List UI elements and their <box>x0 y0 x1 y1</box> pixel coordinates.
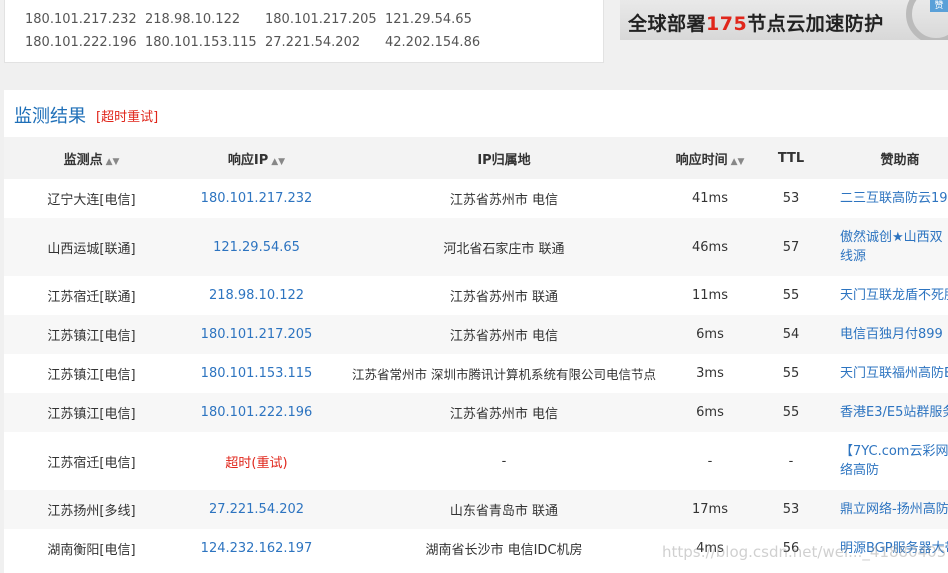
table-row: 江苏镇江[电信] 180.101.217.205 江苏省苏州市 电信 6ms 5… <box>4 315 948 354</box>
banner-badge: 赞 <box>930 0 948 12</box>
cell-location: 江苏宿迁[联通] <box>47 290 136 305</box>
cell-sponsor-link[interactable]: 【7YC.com云彩网络高防 <box>836 432 948 490</box>
cell-ttl: 53 <box>782 191 800 206</box>
cell-time: 6ms <box>674 393 746 432</box>
banner-number: 175 <box>706 13 748 35</box>
cell-sponsor-link[interactable]: 鼎立网络-扬州高防E <box>836 490 948 529</box>
cell-time: 46ms <box>674 218 746 276</box>
cell-ip-timeout: 超时(重试) <box>179 432 334 490</box>
banner-text: 全球部署175节点云加速防护 <box>628 9 884 36</box>
ad-banner[interactable]: 全球部署175节点云加速防护 赞 <box>620 0 948 40</box>
cell-location: 辽宁大连[电信] <box>47 193 136 208</box>
ip-summary-item: 180.101.222.196 <box>25 35 137 50</box>
cell-sponsor-link[interactable]: 明源BGP服务器大带 <box>836 529 948 568</box>
cell-geo: 山东省青岛市 联通 <box>334 490 674 529</box>
cell-location: 山西运城[联通] <box>4 218 179 276</box>
results-title: 监测结果 <box>14 106 86 127</box>
results-table: 监测点 ▲▼ 响应IP ▲▼ IP归属地 响应时间 ▲▼ TTL 赞助商 辽宁大连[电… <box>4 137 948 568</box>
table-row: 江苏镇江[电信] 180.101.153.115 江苏省常州市 深圳市腾讯计算机… <box>4 354 948 393</box>
timeout-retry-link[interactable]: [超时重试] <box>96 106 158 125</box>
cell-time: 11ms <box>692 288 728 303</box>
cell-sponsor-link[interactable]: 香港E3/E5站群服务器 <box>836 393 948 432</box>
cell-geo: 江苏省苏州市 电信 <box>334 393 674 432</box>
cell-time: 17ms <box>674 490 746 529</box>
cell-time: 41ms <box>692 191 728 206</box>
table-row: 辽宁大连[电信] 180.101.217.232 江苏省苏州市 电信 41ms … <box>4 179 948 218</box>
cell-ip-link[interactable]: 124.232.162.197 <box>179 529 334 568</box>
cell-sponsor-link[interactable]: 傲然诚创★山西双线源 <box>836 218 948 276</box>
column-header-sponsor: 赞助商 <box>836 137 948 179</box>
table-header-row: 监测点 ▲▼ 响应IP ▲▼ IP归属地 响应时间 ▲▼ TTL 赞助商 <box>4 137 948 179</box>
cell-geo: 江苏省苏州市 电信 <box>334 315 674 354</box>
results-section: 监测结果 [超时重试] 监测点 ▲▼ 响应IP ▲▼ IP归属地 响应时间 ▲▼ TT… <box>4 90 948 573</box>
ip-summary-item: 180.101.217.205 <box>265 12 377 27</box>
cell-location: 湖南衡阳[电信] <box>47 543 136 558</box>
cell-location: 江苏扬州[多线] <box>4 490 179 529</box>
cell-ttl: 54 <box>746 315 836 354</box>
cell-sponsor-link[interactable]: 天门互联龙盾不死服 <box>836 276 948 315</box>
cell-location: 江苏镇江[电信] <box>4 393 179 432</box>
ip-summary-item: 42.202.154.86 <box>385 35 481 50</box>
banner-suffix: 节点云加速防护 <box>747 13 884 35</box>
cell-ttl: 55 <box>782 288 800 303</box>
table-row: 江苏宿迁[联通] 218.98.10.122 江苏省苏州市 联通 11ms 55… <box>4 276 948 315</box>
cell-location: 江苏宿迁[电信] <box>47 455 136 471</box>
cell-location: 江苏镇江[电信] <box>47 368 136 383</box>
column-header-geo: IP归属地 <box>334 137 674 179</box>
cell-location: 江苏镇江[电信] <box>4 315 179 354</box>
sort-icon[interactable]: ▲▼ <box>731 157 745 167</box>
ip-summary-item: 27.221.54.202 <box>265 35 361 50</box>
ip-summary-item: 180.101.217.232 <box>25 12 137 27</box>
column-header-ip[interactable]: 响应IP ▲▼ <box>179 137 334 179</box>
cell-geo: 江苏省苏州市 电信 <box>449 193 559 208</box>
cell-ttl: 57 <box>746 218 836 276</box>
ip-summary-item: 121.29.54.65 <box>385 12 472 27</box>
banner-prefix: 全球部署 <box>628 13 707 35</box>
cell-time: 3ms <box>696 366 724 381</box>
table-row: 江苏镇江[电信] 180.101.222.196 江苏省苏州市 电信 6ms 5… <box>4 393 948 432</box>
cell-time: - <box>707 453 713 469</box>
cell-ip-link[interactable]: 180.101.217.232 <box>179 179 334 218</box>
table-row: 江苏宿迁[电信] 超时(重试) - - - 【7YC.com云彩网络高防 <box>4 432 948 490</box>
column-header-location[interactable]: 监测点 ▲▼ <box>4 137 179 179</box>
cell-ip-link[interactable]: 180.101.222.196 <box>179 393 334 432</box>
sort-icon[interactable]: ▲▼ <box>106 157 120 167</box>
table-row: 江苏扬州[多线] 27.221.54.202 山东省青岛市 联通 17ms 53… <box>4 490 948 529</box>
table-row: 湖南衡阳[电信] 124.232.162.197 湖南省长沙市 电信IDC机房 … <box>4 529 948 568</box>
cell-ttl: - <box>788 453 794 469</box>
cell-geo: - <box>501 453 507 469</box>
cell-ip-link[interactable]: 180.101.153.115 <box>179 354 334 393</box>
ip-summary-panel: 180.101.217.232 218.98.10.122 180.101.21… <box>4 0 604 63</box>
column-header-time[interactable]: 响应时间 ▲▼ <box>674 137 746 179</box>
cell-ip-link[interactable]: 27.221.54.202 <box>179 490 334 529</box>
cell-geo: 江苏省常州市 深圳市腾讯计算机系统有限公司电信节点 <box>352 367 656 382</box>
table-row: 山西运城[联通] 121.29.54.65 河北省石家庄市 联通 46ms 57… <box>4 218 948 276</box>
cell-time: 6ms <box>674 315 746 354</box>
ip-summary-item: 218.98.10.122 <box>145 12 241 27</box>
cell-ttl: 53 <box>746 490 836 529</box>
timeout-label: 超时 <box>225 455 252 471</box>
cell-geo: 江苏省苏州市 联通 <box>449 290 559 305</box>
cell-ttl: 56 <box>782 541 800 556</box>
cell-sponsor-link[interactable]: 天门互联福州高防BG <box>836 354 948 393</box>
column-header-ttl: TTL <box>746 137 836 179</box>
cell-ttl: 55 <box>782 366 800 381</box>
cell-geo: 河北省石家庄市 联通 <box>334 218 674 276</box>
cell-ttl: 55 <box>746 393 836 432</box>
ip-summary-item: 180.101.153.115 <box>145 35 257 50</box>
cell-sponsor-link[interactable]: 二三互联高防云19元 <box>836 179 948 218</box>
cell-ip-link[interactable]: 121.29.54.65 <box>179 218 334 276</box>
cell-ip-link[interactable]: 180.101.217.205 <box>179 315 334 354</box>
row-retry-link[interactable]: (重试) <box>251 456 287 471</box>
cell-time: 4ms <box>696 541 724 556</box>
sort-icon[interactable]: ▲▼ <box>271 157 285 167</box>
cell-sponsor-link[interactable]: 电信百独月付899 <box>836 315 948 354</box>
cell-geo: 湖南省长沙市 电信IDC机房 <box>425 543 583 558</box>
cell-ip-link[interactable]: 218.98.10.122 <box>179 276 334 315</box>
